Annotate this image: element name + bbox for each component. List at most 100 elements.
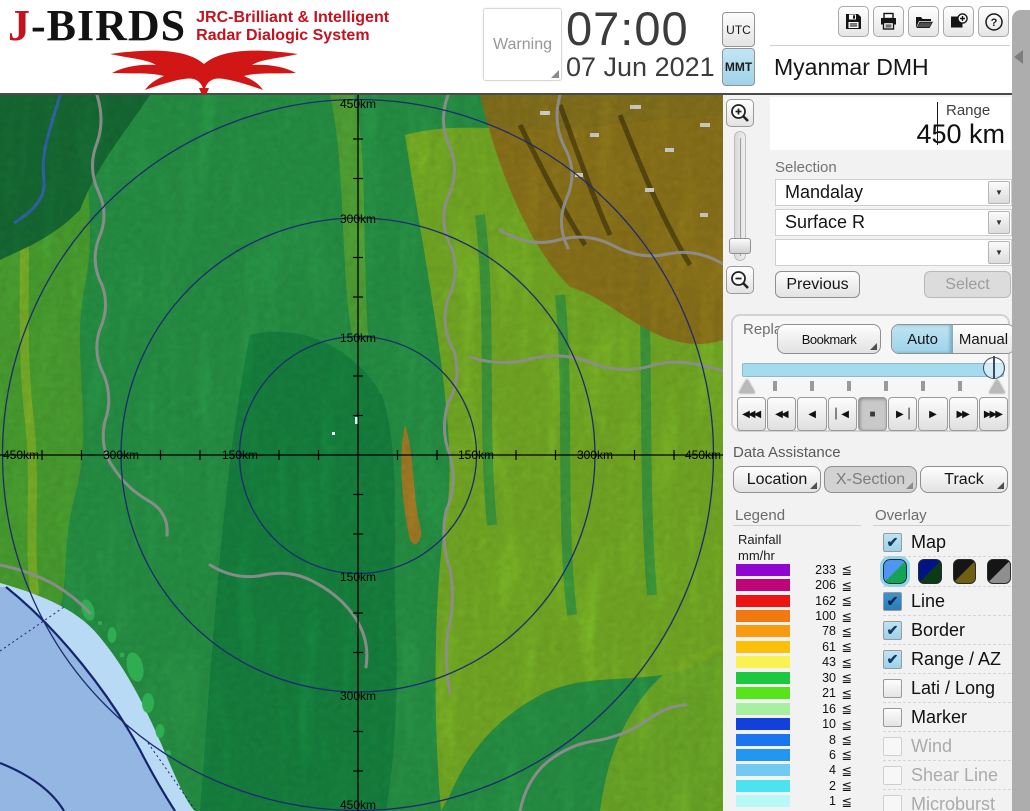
play-backward-button[interactable]: ◀: [797, 397, 827, 431]
stop-button[interactable]: ■: [857, 397, 888, 431]
option-dropdown[interactable]: ▼: [775, 239, 1012, 266]
legend-row: 8 ≦: [736, 732, 868, 747]
chevron-down-icon[interactable]: ▼: [988, 241, 1010, 264]
clock-display: 07:00 07 Jun 2021: [566, 4, 716, 83]
overlay-checkbox: [883, 765, 902, 785]
legend-row: 206 ≦: [736, 577, 868, 593]
timeline-tick: [884, 381, 888, 391]
timeline-end-marker[interactable]: [989, 379, 1005, 393]
print-button[interactable]: [873, 6, 904, 37]
legend-row: 1 ≦: [736, 794, 868, 809]
map-style-gray[interactable]: [987, 559, 1011, 584]
legend-color-swatch: [736, 779, 790, 792]
menu-corner-icon: [870, 343, 877, 350]
legend-color-swatch: [736, 687, 790, 700]
overlay-row-shear-line: Shear Line: [883, 761, 1011, 790]
legend-color-swatch: [736, 733, 790, 746]
legend-units: Rainfall mm/hr: [738, 532, 782, 564]
station-dropdown[interactable]: Mandalay ▼: [775, 179, 1012, 206]
overlay-checkbox[interactable]: ✔: [883, 649, 902, 669]
select-button[interactable]: Select: [924, 271, 1011, 298]
logo-rest: -BIRDS: [31, 1, 187, 50]
overlay-row-line: ✔ Line: [883, 587, 1011, 616]
legend-value: 4: [829, 763, 836, 778]
resize-corner-icon[interactable]: [551, 70, 559, 78]
print-icon: [881, 12, 896, 30]
legend-color-swatch: [736, 594, 790, 607]
radar-map-canvas[interactable]: 450km 300km 150km 150km 300km 450km 450k…: [0, 93, 725, 811]
panel-collapse-handle[interactable]: [1014, 50, 1023, 64]
legend-lte-sign: ≦: [841, 624, 852, 639]
zoom-out-button[interactable]: [726, 266, 754, 294]
step-forward-button[interactable]: ▶▕: [888, 397, 918, 431]
legend-value: 6: [829, 747, 836, 762]
save-button[interactable]: [838, 6, 869, 37]
timeline-slider-thumb[interactable]: [983, 356, 1005, 379]
help-button[interactable]: ?: [978, 6, 1009, 37]
previous-button[interactable]: Previous: [775, 271, 860, 298]
legend-row: 100 ≦: [736, 608, 868, 624]
svg-text:?: ?: [990, 17, 997, 29]
time-display: 07:00: [566, 2, 689, 55]
add-image-icon: [950, 12, 968, 27]
product-dropdown[interactable]: Surface R ▼: [775, 209, 1012, 236]
legend-color-swatch: [736, 702, 790, 715]
forward-fast-button[interactable]: ▶▶▶: [978, 397, 1008, 431]
legend-value: 233: [815, 562, 836, 577]
legend-value: 16: [822, 701, 836, 716]
overlay-checkbox[interactable]: ✔: [883, 620, 902, 640]
xsection-button[interactable]: X-Section: [824, 466, 917, 493]
rainfall-legend: 233 ≦ 206 ≦ 162 ≦ 100 ≦ 78 ≦ 61 ≦ 43 ≦ 3…: [736, 562, 868, 809]
legend-color-swatch: [736, 640, 790, 653]
overlay-checkbox[interactable]: [883, 678, 902, 698]
play-button[interactable]: ▶: [918, 397, 948, 431]
zoom-slider-handle[interactable]: [729, 238, 751, 254]
manual-button[interactable]: Manual: [953, 325, 1014, 353]
svg-text:150km: 150km: [340, 570, 376, 584]
radar-map[interactable]: 450km 300km 150km 150km 300km 450km 450k…: [0, 93, 725, 811]
add-image-button[interactable]: [943, 6, 974, 37]
map-style-day[interactable]: [880, 556, 910, 587]
mmt-button[interactable]: MMT: [722, 48, 755, 86]
auto-button[interactable]: Auto: [892, 325, 953, 353]
timeline-slider-track[interactable]: [742, 363, 1004, 377]
overlay-divider: [873, 525, 1010, 526]
forward-button[interactable]: ▶▶: [948, 397, 978, 431]
legend-row: 61 ≦: [736, 639, 868, 654]
overlay-checkbox[interactable]: [883, 707, 902, 727]
chevron-down-icon[interactable]: ▼: [988, 211, 1010, 234]
legend-row: 233 ≦: [736, 562, 868, 577]
legend-value: 100: [815, 609, 836, 624]
rewind-button[interactable]: ◀◀: [767, 397, 797, 431]
timeline-tick: [773, 381, 777, 391]
legend-lte-sign: ≦: [841, 594, 852, 609]
open-folder-button[interactable]: [908, 6, 939, 37]
overlay-checkbox[interactable]: ✔: [883, 591, 902, 611]
zoom-in-button[interactable]: [726, 99, 754, 127]
step-back-button[interactable]: ▏◀: [827, 397, 857, 431]
zoom-in-icon: [731, 104, 749, 122]
chevron-down-icon[interactable]: ▼: [988, 181, 1010, 204]
legend-lte-sign: ≦: [841, 686, 852, 701]
overlay-checkbox: [883, 736, 902, 756]
open-folder-icon: [915, 17, 933, 28]
overlay-row-range-az: ✔ Range / AZ: [883, 645, 1011, 674]
utc-button[interactable]: UTC: [722, 12, 755, 47]
svg-text:300km: 300km: [577, 448, 613, 462]
svg-text:150km: 150km: [340, 331, 376, 345]
map-style-dark-blue[interactable]: [917, 559, 942, 584]
svg-text:450km: 450km: [340, 97, 376, 111]
location-button[interactable]: Location: [733, 466, 821, 493]
bookmark-button[interactable]: Bookmark: [777, 324, 881, 354]
logo-tagline-line2: Radar Dialogic System: [196, 26, 370, 44]
legend-value: 43: [822, 655, 836, 670]
legend-lte-sign: ≦: [841, 640, 852, 655]
timeline-start-marker[interactable]: [739, 379, 755, 393]
control-panel: Range 450 km Selection Mandalay ▼ Surfac…: [723, 95, 1015, 811]
overlay-row-map: ✔ Map: [883, 528, 1011, 557]
rewind-fast-button[interactable]: ◀◀◀: [737, 397, 767, 431]
map-style-olive[interactable]: [952, 559, 977, 584]
track-button[interactable]: Track: [920, 466, 1008, 493]
warning-panel[interactable]: Warning: [483, 8, 562, 81]
overlay-checkbox[interactable]: ✔: [883, 532, 902, 552]
